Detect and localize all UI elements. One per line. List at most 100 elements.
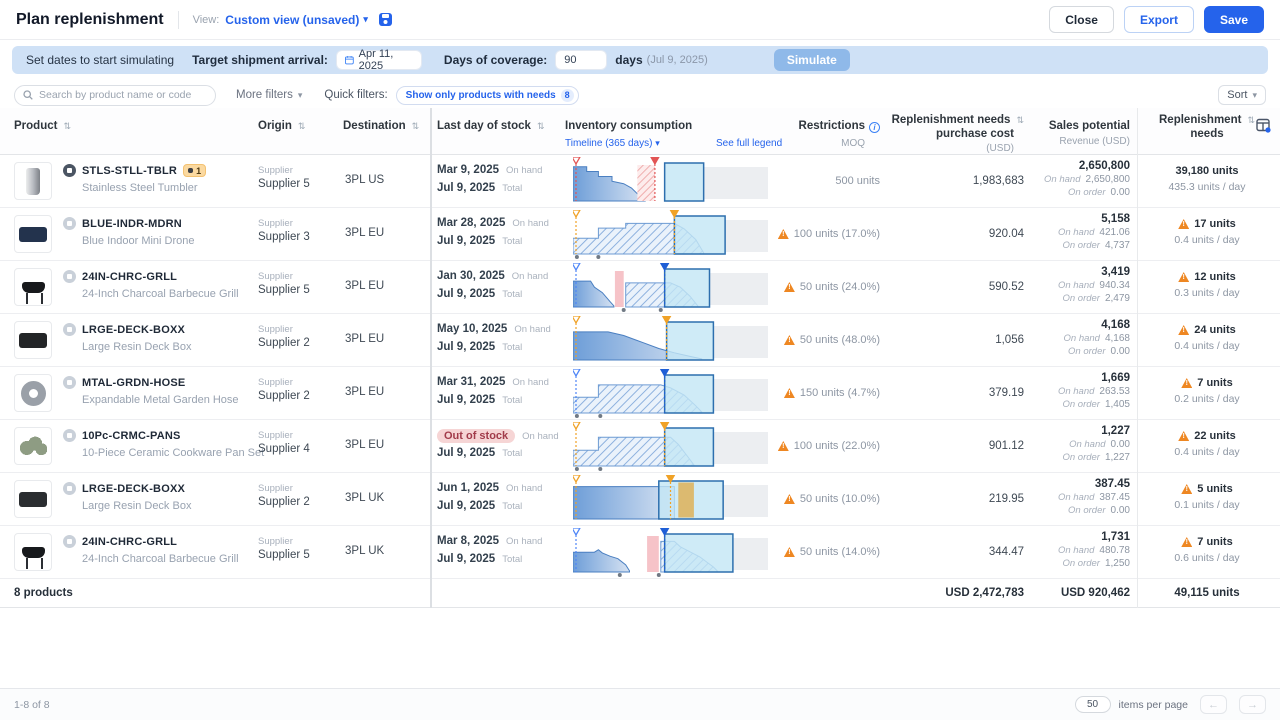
search-box[interactable] (14, 85, 216, 106)
per-page-controls: items per page ← → (1075, 695, 1266, 714)
product-code: MTAL-GRDN-HOSE (82, 377, 185, 389)
items-per-page-input[interactable] (1075, 696, 1111, 713)
sort-icon[interactable]: ⇅ (537, 121, 545, 131)
calendar-icon (345, 55, 354, 65)
inventory-consumption-chart[interactable] (573, 210, 768, 260)
inventory-consumption-chart[interactable] (573, 422, 768, 472)
total-label: Total (502, 289, 522, 300)
needs-warning-icon (1178, 219, 1189, 229)
last-day-total: Jul 9, 2025 Total (437, 394, 522, 406)
total-date: Jul 9, 2025 (437, 182, 495, 194)
coverage-input[interactable] (555, 50, 607, 70)
column-header-product[interactable]: Product⇅ (14, 120, 71, 132)
product-thumbnail (14, 533, 52, 571)
moq-value: 50 units (10.0%) (800, 493, 880, 505)
product-name: Blue Indoor Mini Drone (82, 235, 195, 247)
total-label: Total (502, 448, 522, 459)
save-view-icon[interactable] (378, 12, 393, 27)
sales-on-order-value: 1,405 (1105, 399, 1130, 410)
sort-icon[interactable]: ⇅ (412, 121, 420, 131)
sales-total: 1,227 (1000, 425, 1130, 437)
column-header-replenishment-needs[interactable]: Replenishment⇅ (1145, 114, 1269, 126)
column-header-origin[interactable]: Origin⇅ (258, 120, 305, 132)
origin-value: Supplier 5 (258, 549, 310, 561)
table-row[interactable]: 24IN-CHRC-GRLL 24-Inch Charcoal Barbecue… (0, 526, 1280, 579)
table-row[interactable]: BLUE-INDR-MDRN Blue Indoor Mini Drone Su… (0, 208, 1280, 261)
sales-potential: 2,650,800 On hand2,650,800 On order0.00 (1000, 160, 1130, 198)
needs-warning-icon (1181, 484, 1192, 494)
column-header-destination[interactable]: Destination⇅ (343, 120, 419, 132)
column-header-last-day[interactable]: Last day of stock⇅ (437, 120, 545, 132)
table-footer: 8 products USD 2,472,783 USD 920,462 49,… (0, 579, 1280, 608)
product-image (22, 282, 45, 293)
inventory-consumption-chart[interactable] (573, 475, 768, 525)
search-input[interactable] (39, 89, 199, 101)
destination-value: 3PL EU (345, 386, 384, 398)
sales-on-order-label: On order (1068, 187, 1106, 198)
origin-type-label: Supplier (258, 483, 293, 494)
product-type-icon (63, 323, 76, 336)
sales-on-hand-value: 421.06 (1099, 227, 1130, 238)
sort-icon[interactable]: ⇅ (63, 121, 71, 131)
sales-on-hand-label: On hand (1058, 227, 1094, 238)
last-day-on-hand: Mar 31, 2025 On hand (437, 376, 549, 388)
view-selector[interactable]: Custom view (unsaved) ▾ (225, 13, 368, 27)
table-row[interactable]: STLS-STLL-TBLR 1 Stainless Steel Tumbler… (0, 155, 1280, 208)
simulate-button[interactable]: Simulate (774, 49, 850, 71)
sort-button[interactable]: Sort ▾ (1218, 85, 1266, 105)
sales-on-hand-value: 940.34 (1099, 280, 1130, 291)
table-row[interactable]: MTAL-GRDN-HOSE Expandable Metal Garden H… (0, 367, 1280, 420)
column-settings-icon[interactable] (1256, 118, 1271, 138)
inventory-consumption-chart[interactable] (573, 316, 768, 366)
info-icon[interactable]: i (869, 122, 880, 133)
quick-filter-pill-label: Show only products with needs (406, 90, 556, 101)
moq-restriction: 50 units (14.0%) (768, 546, 880, 558)
total-label: Total (502, 554, 522, 565)
product-image (21, 381, 46, 406)
save-button[interactable]: Save (1204, 6, 1264, 33)
inventory-consumption-chart[interactable] (573, 263, 768, 313)
moq-restriction: 50 units (48.0%) (768, 334, 880, 346)
sales-on-order-value: 1,227 (1105, 452, 1130, 463)
sales-on-hand-line: On hand 421.06 (1000, 227, 1130, 238)
items-per-page-label: items per page (1119, 699, 1188, 711)
timeline-dropdown[interactable]: Timeline (365 days) ▾ (565, 138, 660, 149)
table-row[interactable]: LRGE-DECK-BOXX Large Resin Deck Box Supp… (0, 314, 1280, 367)
sales-on-hand-label: On hand (1064, 333, 1100, 344)
on-hand-label: On hand (514, 324, 550, 335)
total-date: Jul 9, 2025 (437, 235, 495, 247)
moq-value: 50 units (48.0%) (800, 334, 880, 346)
table-row[interactable]: LRGE-DECK-BOXX Large Resin Deck Box Supp… (0, 473, 1280, 526)
inventory-consumption-chart[interactable] (573, 157, 768, 207)
bundle-count: 1 (196, 166, 201, 176)
close-button[interactable]: Close (1049, 6, 1114, 33)
sort-icon[interactable]: ⇅ (1247, 115, 1255, 125)
inventory-consumption-chart[interactable] (573, 528, 768, 578)
last-day-total: Jul 9, 2025 Total (437, 235, 522, 247)
origin-value: Supplier 4 (258, 443, 310, 455)
prev-page-button[interactable]: ← (1200, 695, 1227, 714)
destination-value: 3PL US (345, 174, 384, 186)
total-date: Jul 9, 2025 (437, 553, 495, 565)
last-day-on-hand: Out of stock On hand (437, 429, 559, 443)
origin-type-label: Supplier (258, 271, 293, 282)
quick-filter-needs-pill[interactable]: Show only products with needs 8 (396, 86, 579, 105)
arrival-date-input[interactable]: Apr 11, 2025 (336, 50, 422, 70)
table-row[interactable]: 24IN-CHRC-GRLL 24-Inch Charcoal Barbecue… (0, 261, 1280, 314)
next-page-button[interactable]: → (1239, 695, 1266, 714)
product-thumbnail (14, 321, 52, 359)
table-row[interactable]: 10Pc-CRMC-PANS 10-Piece Ceramic Cookware… (0, 420, 1280, 473)
view-selector-value: Custom view (unsaved) (225, 13, 359, 27)
sort-icon[interactable]: ⇅ (298, 121, 306, 131)
needs-units-value: 5 units (1197, 483, 1232, 495)
sales-on-hand-value: 263.53 (1099, 386, 1130, 397)
total-date: Jul 9, 2025 (437, 447, 495, 459)
column-header-purchase-cost[interactable]: Replenishment needs⇅ (890, 114, 1024, 126)
export-button[interactable]: Export (1124, 6, 1194, 33)
needs-rate-value: 0.1 units / day (1145, 499, 1269, 511)
inventory-consumption-chart[interactable] (573, 369, 768, 419)
more-filters-button[interactable]: More filters ▾ (236, 89, 302, 101)
origin-type-label: Supplier (258, 430, 293, 441)
sales-on-hand-value: 480.78 (1099, 545, 1130, 556)
product-code: 24IN-CHRC-GRLL (82, 536, 177, 548)
